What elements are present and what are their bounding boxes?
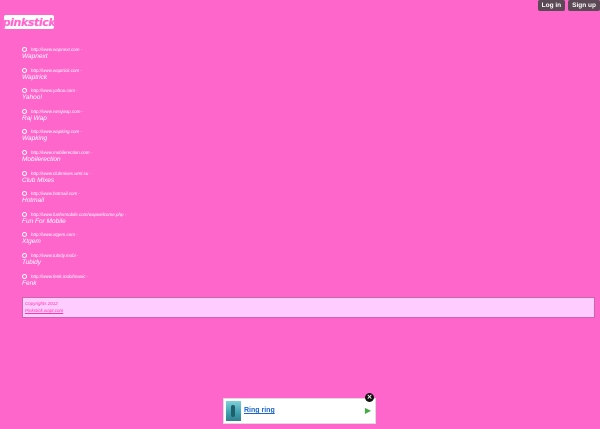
link-url[interactable]: http://www.waptrick.com - [31, 67, 126, 74]
list-item[interactable]: http://www.waptrick.com - Waptrick [22, 67, 126, 88]
list-item[interactable]: http://www.mobilerection.com - Mobilerect… [22, 149, 126, 170]
link-list: http://www.wapnext.com - Wapnext http://ww… [22, 46, 126, 293]
link-name[interactable]: Fenk [22, 280, 126, 288]
close-icon[interactable]: × [365, 393, 374, 402]
list-item[interactable]: http://www.tubidy.mobi - Tubidy [22, 252, 126, 273]
link-url[interactable]: http://www.hotmail.com - [31, 190, 126, 197]
link-url[interactable]: http://www.wapking.com - [31, 128, 126, 135]
bullet-circle-icon [22, 273, 27, 279]
link-name[interactable]: Club Mixes [22, 177, 126, 185]
ad-title-link[interactable]: Ring ring [244, 407, 275, 414]
list-item[interactable]: http://www.funformobile.com/wapwelcome.p… [22, 211, 126, 232]
link-url[interactable]: http://www.tubidy.mobi - [31, 252, 126, 259]
bullet-circle-icon [22, 88, 27, 94]
list-item[interactable]: http://www.fenk.mobi/music - Fenk [22, 273, 126, 294]
list-item[interactable]: http://www.hotmail.com - Hotmail [22, 190, 126, 211]
link-url[interactable]: http://www.fenk.mobi/music - [31, 273, 126, 280]
link-name[interactable]: Waptrick [22, 74, 126, 82]
link-url[interactable]: http://www.rwrsjwap.com - [31, 108, 126, 115]
link-name[interactable]: Hotmail [22, 197, 126, 205]
bullet-circle-icon [22, 149, 27, 155]
signup-button[interactable]: Sign up [568, 0, 600, 11]
footer-site-link[interactable]: Pinkstick.wapt.com [25, 308, 592, 315]
link-url[interactable]: http://www.yahoo.com - [31, 87, 126, 94]
bullet-circle-icon [22, 108, 27, 114]
link-url[interactable]: http://www.xtgem.com - [31, 231, 126, 238]
list-item[interactable]: http://www.wapnext.com - Wapnext [22, 46, 126, 67]
link-url[interactable]: http://www.clubmixes.wml.su - [31, 170, 126, 177]
link-url[interactable]: http://www.wapnext.com - [31, 46, 126, 53]
ad-banner[interactable]: Ring ring ▶ [223, 398, 376, 424]
bullet-circle-icon [22, 170, 27, 176]
link-url[interactable]: http://www.funformobile.com/wapwelcome.p… [31, 211, 126, 218]
list-item[interactable]: http://www.xtgem.com - Xtgem [22, 231, 126, 252]
link-name[interactable]: Fun For Mobile [22, 218, 126, 226]
bullet-circle-icon [22, 252, 27, 258]
logo-text: pinkstick [2, 15, 56, 29]
login-button[interactable]: Log in [537, 0, 566, 11]
bullet-circle-icon [22, 211, 27, 217]
bullet-circle-icon [22, 129, 27, 135]
ad-thumbnail [226, 401, 241, 421]
link-name[interactable]: Raj Wap [22, 115, 126, 123]
bullet-circle-icon [22, 67, 27, 73]
link-name[interactable]: Wapnext [22, 53, 126, 61]
list-item[interactable]: http://www.rwrsjwap.com - Raj Wap [22, 108, 126, 129]
play-arrow-icon[interactable]: ▶ [365, 407, 371, 415]
footer: Copyrights 2012 Pinkstick.wapt.com [22, 297, 595, 318]
list-item[interactable]: http://www.wapking.com - Wapking [22, 128, 126, 149]
link-url[interactable]: http://www.mobilerection.com - [31, 149, 126, 156]
link-name[interactable]: Mobilerection [22, 156, 126, 164]
list-item[interactable]: http://www.yahoo.com - Yahoo! [22, 87, 126, 108]
list-item[interactable]: http://www.clubmixes.wml.su - Club Mixes [22, 170, 126, 191]
link-name[interactable]: Tubidy [22, 259, 126, 267]
bullet-circle-icon [22, 191, 27, 197]
link-name[interactable]: Wapking [22, 135, 126, 143]
top-account-bar: Log in Sign up [537, 0, 600, 11]
bullet-circle-icon [22, 232, 27, 238]
link-name[interactable]: Xtgem [22, 238, 126, 246]
site-logo[interactable]: pinkstick [2, 15, 56, 29]
bullet-circle-icon [22, 47, 27, 52]
link-name[interactable]: Yahoo! [22, 94, 126, 102]
